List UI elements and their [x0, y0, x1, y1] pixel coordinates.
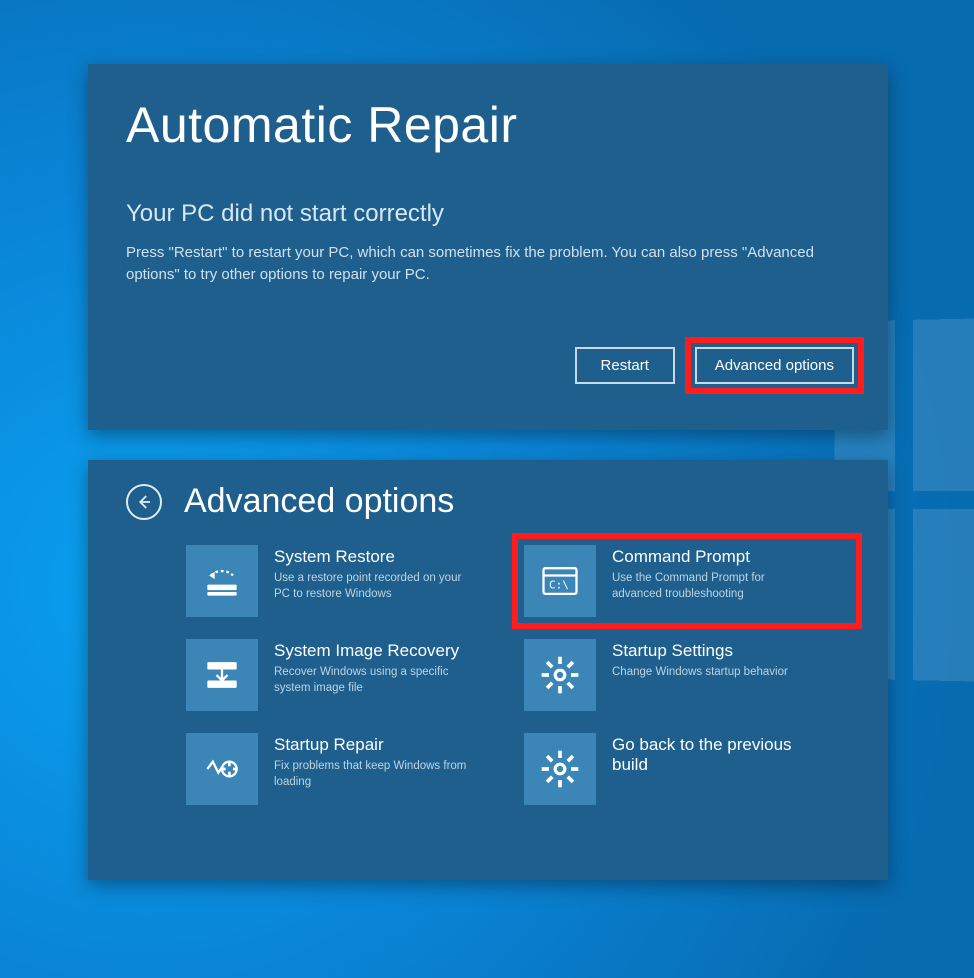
option-title: Startup Settings: [612, 641, 788, 661]
option-go-back-previous-build[interactable]: Go back to the previous build: [524, 733, 850, 805]
option-system-image-recovery[interactable]: System Image Recovery Recover Windows us…: [186, 639, 512, 711]
option-desc: Fix problems that keep Windows from load…: [274, 759, 474, 790]
restart-button[interactable]: Restart: [575, 347, 675, 384]
option-desc: Recover Windows using a specific system …: [274, 665, 474, 696]
error-subtitle: Your PC did not start correctly: [126, 200, 850, 228]
back-button[interactable]: [126, 484, 162, 520]
option-title: Command Prompt: [612, 547, 812, 567]
error-body-text: Press "Restart" to restart your PC, whic…: [126, 242, 850, 286]
option-desc: Use a restore point recorded on your PC …: [274, 571, 474, 602]
option-desc: Use the Command Prompt for advanced trou…: [612, 571, 812, 602]
options-grid: System Restore Use a restore point recor…: [186, 545, 850, 805]
system-image-recovery-icon: [186, 639, 258, 711]
advanced-options-header: Advanced options: [126, 482, 850, 521]
advanced-options-title: Advanced options: [184, 482, 454, 521]
gear-icon: [524, 733, 596, 805]
option-startup-settings[interactable]: Startup Settings Change Windows startup …: [524, 639, 850, 711]
gear-icon: [524, 639, 596, 711]
option-system-restore[interactable]: System Restore Use a restore point recor…: [186, 545, 512, 617]
button-row: Restart Advanced options: [575, 347, 854, 384]
option-title: System Image Recovery: [274, 641, 474, 661]
automatic-repair-panel: Automatic Repair Your PC did not start c…: [88, 64, 888, 430]
option-command-prompt[interactable]: C:\ Command Prompt Use the Command Promp…: [520, 541, 854, 621]
system-restore-icon: [186, 545, 258, 617]
command-prompt-icon: C:\: [524, 545, 596, 617]
arrow-left-icon: [135, 493, 153, 511]
option-desc: Change Windows startup behavior: [612, 665, 788, 681]
svg-text:C:\: C:\: [549, 578, 569, 591]
startup-repair-icon: [186, 733, 258, 805]
advanced-options-panel: Advanced options System Restore Use a re…: [88, 460, 888, 880]
option-title: Go back to the previous build: [612, 735, 812, 776]
option-title: Startup Repair: [274, 735, 474, 755]
option-title: System Restore: [274, 547, 474, 567]
page-title: Automatic Repair: [126, 96, 850, 154]
advanced-options-button[interactable]: Advanced options: [695, 347, 854, 384]
option-startup-repair[interactable]: Startup Repair Fix problems that keep Wi…: [186, 733, 512, 805]
